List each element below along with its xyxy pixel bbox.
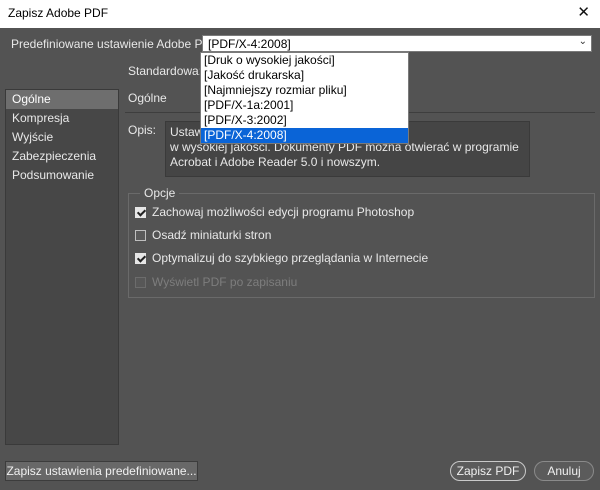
option-label: Wyświetl PDF po zapisaniu: [152, 275, 298, 289]
sidebar-item-summary[interactable]: Podsumowanie: [6, 166, 118, 185]
description-line: Acrobat i Adobe Reader 5.0 i nowszym.: [170, 155, 381, 169]
sidebar-item-compression[interactable]: Kompresja: [6, 109, 118, 128]
option-row[interactable]: Osadź miniaturki stron: [135, 227, 271, 243]
option-label: Zachowaj możliwości edycji programu Phot…: [152, 205, 415, 219]
dropdown-option[interactable]: [PDF/X-3:2002]: [201, 113, 408, 128]
preset-selected-value: [PDF/X-4:2008]: [208, 37, 291, 51]
checkbox[interactable]: [135, 229, 146, 241]
close-icon[interactable]: ✕: [577, 4, 590, 22]
checkbox: [135, 276, 146, 288]
preset-dropdown-list: [Druk o wysokiej jakości] [Jakość drukar…: [200, 52, 409, 144]
sidebar: Ogólne Kompresja Wyjście Zabezpieczenia …: [5, 89, 119, 445]
cancel-button[interactable]: Anuluj: [534, 461, 594, 481]
description-label: Opis:: [128, 123, 157, 137]
sidebar-item-security[interactable]: Zabezpieczenia: [6, 147, 118, 166]
save-preset-button[interactable]: Zapisz ustawienia predefiniowane...: [5, 461, 198, 481]
checkmark-icon[interactable]: [135, 206, 146, 218]
section-title: Ogólne: [128, 91, 167, 105]
dropdown-option-selected[interactable]: [PDF/X-4:2008]: [201, 128, 408, 143]
option-row: Wyświetl PDF po zapisaniu: [135, 274, 297, 290]
sidebar-item-output[interactable]: Wyjście: [6, 128, 118, 147]
option-row[interactable]: Zachowaj możliwości edycji programu Phot…: [135, 204, 414, 220]
preset-label: Predefiniowane ustawienie Adobe PDF:: [11, 37, 222, 51]
option-label: Optymalizuj do szybkiego przeglądania w …: [152, 251, 429, 265]
checkmark-icon[interactable]: [135, 252, 146, 264]
preset-select[interactable]: [PDF/X-4:2008] ⌄: [202, 35, 592, 52]
dropdown-option[interactable]: [Druk o wysokiej jakości]: [201, 53, 408, 68]
dropdown-option[interactable]: [PDF/X-1a:2001]: [201, 98, 408, 113]
option-row[interactable]: Optymalizuj do szybkiego przeglądania w …: [135, 250, 428, 266]
sidebar-item-general[interactable]: Ogólne: [6, 90, 118, 109]
window-title: Zapisz Adobe PDF: [8, 6, 109, 20]
dropdown-option[interactable]: [Najmniejszy rozmiar pliku]: [201, 83, 408, 98]
option-label: Osadź miniaturki stron: [152, 228, 272, 242]
standard-label: Standardowa:: [128, 64, 203, 78]
title-bar: Zapisz Adobe PDF ✕: [0, 0, 600, 28]
save-pdf-button[interactable]: Zapisz PDF: [450, 461, 526, 481]
dropdown-option[interactable]: [Jakość drukarska]: [201, 68, 408, 83]
options-legend: Opcje: [140, 186, 180, 200]
chevron-down-icon[interactable]: ⌄: [579, 36, 587, 47]
